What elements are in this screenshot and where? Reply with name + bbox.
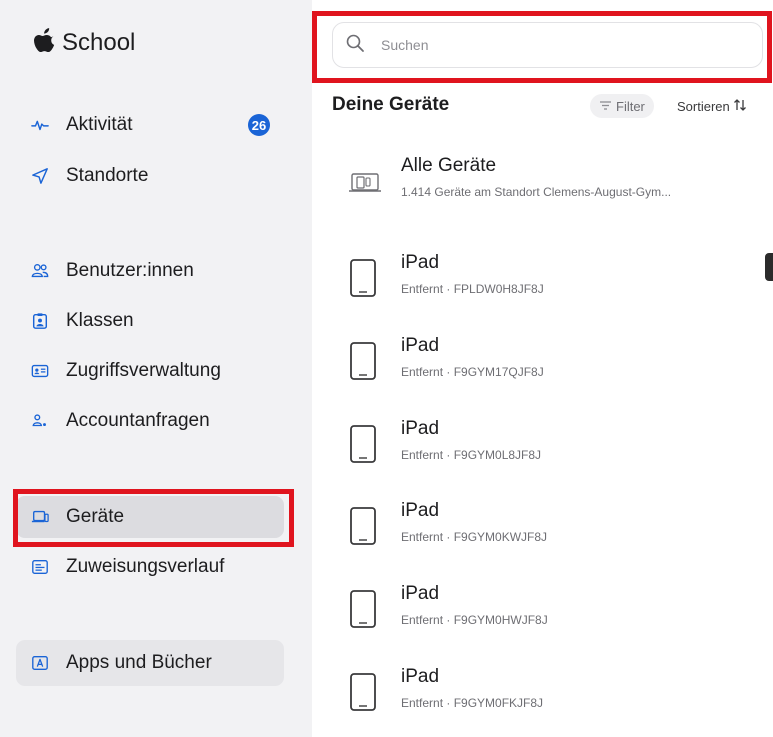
device-group-icon (348, 161, 381, 201)
all-devices-row[interactable]: Alle Geräte 1.414 Geräte am Standort Cle… (348, 155, 768, 215)
filter-button[interactable]: Filter (590, 94, 654, 118)
device-status: Entfernt · F9GYM0KWJF8J (401, 530, 548, 544)
ipad-icon (348, 672, 378, 712)
device-status: Entfernt · F9GYM0FKJF8J (401, 696, 544, 710)
sort-arrows-icon (733, 98, 747, 115)
device-row[interactable]: iPad Entfernt · FPLDW0H8JF8J (348, 252, 768, 312)
id-card-icon (30, 361, 50, 381)
sidebar-item-label: Geräte (66, 506, 125, 527)
sidebar-item-geraete[interactable]: Geräte (16, 496, 284, 538)
sidebar-item-label: Aktivität (66, 114, 133, 135)
list-icon (30, 557, 50, 577)
filter-icon (599, 99, 612, 114)
sidebar-item-label: Standorte (66, 165, 149, 186)
device-name: iPad (401, 252, 440, 273)
search-input[interactable] (379, 36, 743, 54)
device-row[interactable]: iPad Entfernt · F9GYM0KWJF8J (348, 500, 768, 560)
activity-icon (30, 115, 50, 135)
device-row[interactable]: iPad Entfernt · F9GYM0FKJF8J (348, 666, 768, 726)
sidebar-item-accountanfragen[interactable]: Accountanfragen (16, 400, 284, 442)
ipad-icon (348, 258, 378, 298)
device-row[interactable]: iPad Entfernt · F9GYM17QJF8J (348, 335, 768, 395)
sidebar-item-zugriffsverwaltung[interactable]: Zugriffsverwaltung (16, 350, 284, 392)
device-name: iPad (401, 583, 440, 604)
all-devices-title: Alle Geräte (401, 155, 497, 176)
all-devices-subtitle: 1.414 Geräte am Standort Clemens-August-… (401, 185, 672, 199)
sidebar-item-label: Benutzer:innen (66, 260, 194, 281)
search-icon (345, 33, 379, 58)
sidebar-item-benutzer[interactable]: Benutzer:innen (16, 250, 284, 292)
filter-label: Filter (616, 98, 645, 114)
app-brand: School (34, 28, 135, 57)
sidebar: School Aktivität 26 Standorte Benutzer:i… (0, 0, 312, 737)
device-status: Entfernt · F9GYM17QJF8J (401, 365, 544, 379)
device-row[interactable]: iPad Entfernt · F9GYM0HWJF8J (348, 583, 768, 643)
location-arrow-icon (30, 166, 50, 186)
ipad-icon (348, 341, 378, 381)
search-bar[interactable] (332, 22, 763, 68)
apple-logo-icon (34, 28, 56, 57)
users-icon (30, 261, 50, 281)
main-panel: Deine Geräte Filter Sortieren Alle Gerät… (312, 0, 773, 737)
device-name: iPad (401, 666, 440, 687)
apps-icon (30, 653, 50, 673)
sidebar-item-label: Zugriffsverwaltung (66, 360, 221, 381)
device-status: Entfernt · F9GYM0L8JF8J (401, 448, 542, 462)
devices-icon (30, 507, 50, 527)
sidebar-item-label: Klassen (66, 310, 134, 331)
sidebar-item-label: Apps und Bücher (66, 652, 212, 673)
device-name: iPad (401, 335, 440, 356)
section-title: Deine Geräte (332, 94, 450, 115)
sidebar-item-label: Accountanfragen (66, 410, 210, 431)
device-status: Entfernt · F9GYM0HWJF8J (401, 613, 548, 627)
ipad-icon (348, 506, 378, 546)
sidebar-item-klassen[interactable]: Klassen (16, 300, 284, 342)
class-icon (30, 311, 50, 331)
ipad-icon (348, 589, 378, 629)
device-status: Entfernt · FPLDW0H8JF8J (401, 282, 544, 296)
sort-button[interactable]: Sortieren (677, 94, 747, 118)
sidebar-item-standorte[interactable]: Standorte (16, 155, 284, 197)
sidebar-item-apps-und-buecher[interactable]: Apps und Bücher (16, 640, 284, 686)
device-row[interactable]: iPad Entfernt · F9GYM0L8JF8J (348, 418, 768, 478)
scroll-handle[interactable] (765, 253, 773, 281)
activity-count-badge: 26 (248, 114, 270, 136)
sidebar-item-label: Zuweisungsverlauf (66, 556, 225, 577)
app-name: School (62, 28, 136, 56)
ipad-icon (348, 424, 378, 464)
sidebar-item-aktivitaet[interactable]: Aktivität 26 (16, 104, 284, 146)
device-name: iPad (401, 418, 440, 439)
account-request-icon (30, 411, 50, 431)
sort-label: Sortieren (677, 98, 730, 114)
sidebar-item-zuweisungsverlauf[interactable]: Zuweisungsverlauf (16, 546, 284, 588)
device-name: iPad (401, 500, 440, 521)
